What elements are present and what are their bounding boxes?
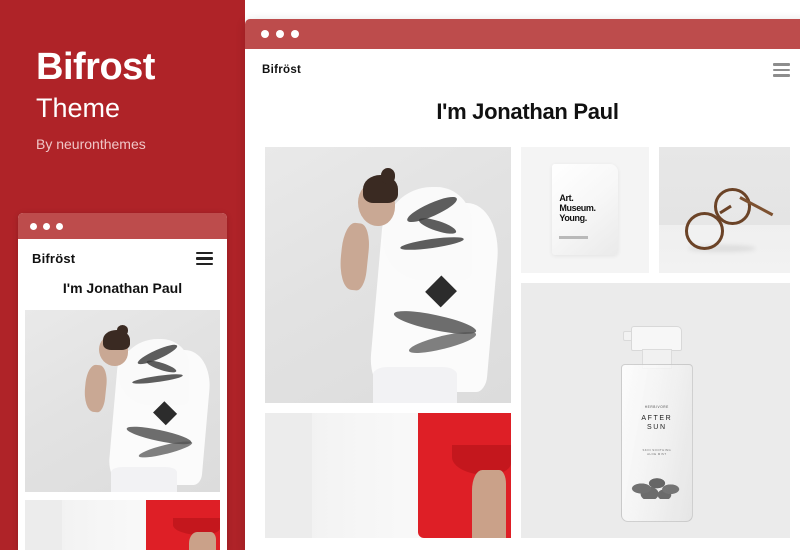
mobile-titlebar	[18, 213, 227, 239]
model-arm	[83, 363, 110, 413]
bag-print-text: Art. Museum. Young.	[559, 193, 596, 223]
gallery-item-after-sun-bottle[interactable]: HERBIVORE AFTER SUN SKIN SOOTHING ALOE MIS…	[521, 282, 790, 538]
theme-subtitle: Theme	[36, 93, 121, 123]
hamburger-bar	[196, 251, 213, 255]
window-dot-icon	[56, 222, 63, 230]
mobile-site-header: Bifröst	[18, 239, 227, 274]
desktop-page-title: I'm Jonathan Paul	[436, 98, 619, 124]
window-dot-icon	[276, 30, 284, 38]
desktop-site-logo[interactable]: Bifröst	[262, 64, 301, 76]
theme-author: By neuronthemes	[36, 136, 146, 152]
spray-cap	[631, 325, 683, 352]
bottle-tagline-text: SKIN SOOTHING ALOE MIST	[642, 448, 672, 457]
bottle-product-text: AFTER SUN	[641, 415, 673, 431]
gallery-column-left	[265, 146, 511, 538]
hamburger-menu-icon[interactable]	[773, 63, 790, 77]
bottle-brand-text: HERBIVORE	[644, 404, 669, 409]
mobile-site-logo[interactable]: Bifröst	[32, 251, 75, 266]
desktop-site-header: Bifröst	[245, 49, 800, 87]
window-dot-icon	[30, 222, 37, 230]
desktop-titlebar	[245, 19, 800, 49]
gallery-item-glasses[interactable]	[659, 146, 790, 273]
mobile-gallery	[18, 310, 227, 550]
gallery-column-right: Art. Museum. Young. HERBIVORE AFTER SUN …	[521, 146, 790, 538]
gallery-item-red-shirt[interactable]	[25, 500, 220, 550]
gallery-item-red-shirt[interactable]	[265, 412, 511, 538]
desktop-gallery: Art. Museum. Young. HERBIVORE AFTER SUN …	[245, 146, 800, 538]
window-dot-icon	[261, 30, 269, 38]
mobile-page-title: I'm Jonathan Paul	[62, 280, 183, 296]
model-arm	[337, 222, 372, 292]
desktop-preview-frame[interactable]: Bifröst I'm Jonathan Paul Art. Museum. Y…	[245, 19, 800, 550]
model-hair-bun	[380, 168, 396, 184]
hamburger-bar	[773, 63, 790, 66]
gallery-item-scarf[interactable]	[265, 146, 511, 403]
hamburger-menu-icon[interactable]	[196, 251, 213, 266]
glasses-lens	[714, 188, 751, 225]
gallery-item-scarf[interactable]	[25, 310, 220, 492]
theme-promo-panel: Bifrost Theme By neuronthemes Bifröst I'…	[0, 0, 245, 550]
model-skirt	[110, 466, 178, 492]
wall-panel-edge	[25, 500, 63, 550]
mobile-preview-frame[interactable]: Bifröst I'm Jonathan Paul	[18, 213, 227, 550]
hamburger-bar	[773, 74, 790, 77]
bottle-botanical-illustration	[625, 463, 688, 500]
model-skirt	[373, 366, 457, 403]
bag-print-subtext	[559, 235, 588, 239]
hamburger-bar	[196, 257, 213, 260]
scarf-hood-shape	[383, 187, 472, 280]
window-dot-icon	[43, 222, 50, 230]
theme-title: Bifrost	[36, 46, 155, 88]
desktop-page-body: Bifröst I'm Jonathan Paul Art. Museum. Y…	[245, 49, 800, 550]
scarf-hood-shape	[118, 339, 189, 405]
mobile-page-body: Bifröst I'm Jonathan Paul	[18, 239, 227, 550]
gallery-row-top: Art. Museum. Young.	[521, 146, 790, 273]
window-dot-icon	[291, 30, 299, 38]
model-arm	[471, 470, 507, 538]
wall-panel-edge	[265, 412, 312, 538]
hamburger-bar	[196, 262, 213, 266]
model-arm	[188, 532, 217, 550]
hamburger-bar	[773, 68, 790, 71]
gallery-item-art-museum-bag[interactable]: Art. Museum. Young.	[521, 146, 649, 273]
